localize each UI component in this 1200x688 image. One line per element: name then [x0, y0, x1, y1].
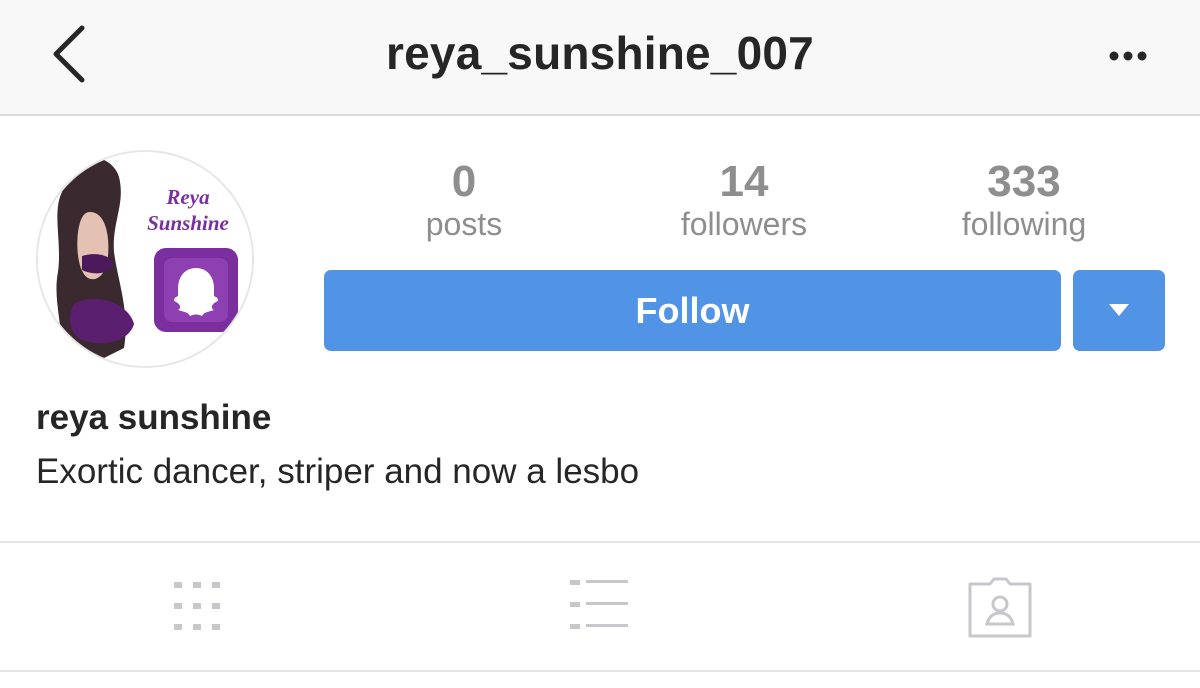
avatar[interactable]: Reya Sunshine [36, 150, 254, 368]
profile-picture: Reya Sunshine [38, 152, 252, 366]
grid-icon [174, 582, 220, 630]
avatar-logo-line2: Sunshine [147, 211, 229, 235]
page-title: reya_sunshine_007 [386, 27, 814, 79]
list-icon [570, 580, 628, 629]
divider [0, 541, 1200, 543]
suggestions-dropdown-button[interactable] [1073, 270, 1165, 351]
stat-posts[interactable]: 0 posts [364, 157, 564, 243]
tab-tagged[interactable] [960, 570, 1040, 650]
following-count: 333 [987, 157, 1061, 206]
snapchat-snapcode-icon [154, 248, 238, 332]
followers-count: 14 [719, 157, 769, 206]
follow-button[interactable]: Follow [324, 270, 1061, 351]
avatar-logo-line1: Reya [165, 185, 209, 209]
more-options-button[interactable] [1100, 36, 1160, 76]
tagged-person-icon [968, 577, 1032, 638]
divider [0, 670, 1200, 672]
stat-followers[interactable]: 14 followers [644, 157, 844, 243]
tab-grid[interactable] [164, 570, 234, 650]
navigation-bar: reya_sunshine_007 [0, 0, 1200, 116]
profile-bio: Exortic dancer, striper and now a lesbo [36, 452, 640, 491]
caret-down-icon [1109, 304, 1129, 316]
ellipsis-horizontal-icon [1109, 51, 1147, 61]
profile-display-name: reya sunshine [36, 398, 272, 437]
stat-following[interactable]: 333 following [924, 157, 1124, 243]
posts-count: 0 [451, 157, 477, 206]
tab-list[interactable] [560, 570, 640, 650]
followers-label: followers [680, 206, 808, 242]
posts-label: posts [425, 206, 503, 242]
following-label: following [961, 206, 1087, 242]
